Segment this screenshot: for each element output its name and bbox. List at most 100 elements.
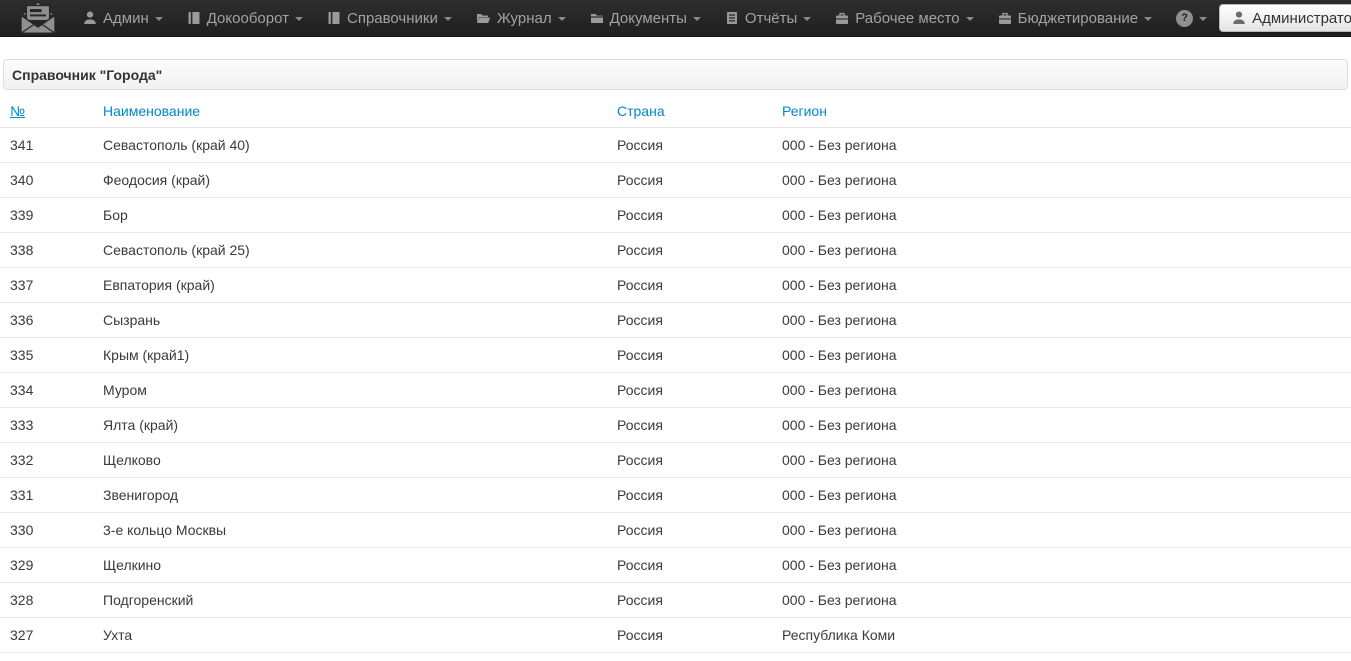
table-row[interactable]: 328 Подгоренский Россия 000 - Без регион… — [0, 582, 1351, 618]
cell-country: Россия — [607, 372, 772, 408]
table-row[interactable]: 333 Ялта (край) Россия 000 - Без региона — [0, 407, 1351, 443]
chevron-down-icon — [443, 17, 452, 21]
table-row[interactable]: 341 Севастополь (край 40) Россия 000 - Б… — [0, 127, 1351, 163]
cell-region: 000 - Без региона — [772, 127, 1351, 163]
cell-num: 340 — [0, 162, 93, 198]
column-header-region[interactable]: Регион — [772, 95, 1351, 128]
chevron-down-icon — [965, 17, 974, 21]
folder-open-icon — [476, 11, 491, 25]
table-row[interactable]: 327 Ухта Россия Республика Коми — [0, 617, 1351, 653]
cell-country: Россия — [607, 407, 772, 443]
nav-item-label: Журнал — [496, 9, 552, 27]
cell-num: 328 — [0, 582, 93, 618]
table-row[interactable]: 338 Севастополь (край 25) Россия 000 - Б… — [0, 232, 1351, 268]
nav-item-admin[interactable]: Админ — [71, 0, 175, 37]
cell-name: Феодосия (край) — [93, 162, 607, 198]
cell-country: Россия — [607, 547, 772, 583]
cell-region: 000 - Без региона — [772, 302, 1351, 338]
nav-item-reports[interactable]: Отчёты — [713, 0, 823, 37]
cell-name: Сызрань — [93, 302, 607, 338]
cell-num: 327 — [0, 617, 93, 653]
cell-name: Евпатория (край) — [93, 267, 607, 303]
cell-region: 000 - Без региона — [772, 162, 1351, 198]
table-row[interactable]: 337 Евпатория (край) Россия 000 - Без ре… — [0, 267, 1351, 303]
cell-num: 335 — [0, 337, 93, 373]
chevron-down-icon — [1199, 17, 1208, 21]
current-user-label: Администратор — [1252, 9, 1351, 27]
panel-header: Справочник "Города" — [3, 59, 1348, 90]
cell-region: 000 - Без региона — [772, 372, 1351, 408]
cell-region: 000 - Без региона — [772, 477, 1351, 513]
table-row[interactable]: 330 3-е кольцо Москвы Россия 000 - Без р… — [0, 512, 1351, 548]
cell-region: 000 - Без региона — [772, 547, 1351, 583]
help-icon: ? — [1176, 9, 1194, 27]
cell-name: Щелково — [93, 442, 607, 478]
app-logo[interactable] — [17, 1, 59, 35]
top-navbar: Админ Докооборот Справочники Журнал Доку… — [0, 0, 1351, 37]
chevron-down-icon — [294, 17, 303, 21]
cell-name: Ялта (край) — [93, 407, 607, 443]
nav-item-directories[interactable]: Справочники — [315, 0, 464, 37]
cell-region: 000 - Без региона — [772, 512, 1351, 548]
briefcase-icon — [998, 11, 1012, 25]
nav-item-documents[interactable]: Документы — [578, 0, 713, 37]
cell-region: Республика Коми — [772, 617, 1351, 653]
cell-region: 000 - Без региона — [772, 267, 1351, 303]
cell-country: Россия — [607, 267, 772, 303]
book-icon — [187, 11, 201, 25]
table-row[interactable]: 336 Сызрань Россия 000 - Без региона — [0, 302, 1351, 338]
table-row[interactable]: 335 Крым (край1) Россия 000 - Без регион… — [0, 337, 1351, 373]
cell-country: Россия — [607, 127, 772, 163]
user-icon — [83, 11, 97, 25]
cell-country: Россия — [607, 197, 772, 233]
nav-item-label: Справочники — [346, 9, 438, 27]
nav-item-label: Админ — [103, 9, 149, 27]
cell-country: Россия — [607, 477, 772, 513]
cell-name: Муром — [93, 372, 607, 408]
cell-region: 000 - Без региона — [772, 442, 1351, 478]
cell-country: Россия — [607, 302, 772, 338]
chevron-down-icon — [557, 17, 566, 21]
nav-item-workplace[interactable]: Рабочее место — [823, 0, 985, 37]
table-row[interactable]: 329 Щелкино Россия 000 - Без региона — [0, 547, 1351, 583]
cities-table: № Наименование Страна Регион 341 Севасто… — [0, 95, 1351, 653]
column-header-num[interactable]: № — [0, 95, 93, 128]
envelope-logo-icon — [17, 1, 59, 35]
cell-country: Россия — [607, 162, 772, 198]
cell-num: 339 — [0, 197, 93, 233]
cell-num: 331 — [0, 477, 93, 513]
nav-item-label: Рабочее место — [855, 9, 960, 27]
cell-name: Щелкино — [93, 547, 607, 583]
table-row[interactable]: 332 Щелково Россия 000 - Без региона — [0, 442, 1351, 478]
nav-item-label: Бюджетирование — [1017, 9, 1139, 27]
cell-country: Россия — [607, 442, 772, 478]
current-user-button[interactable]: Администратор — [1219, 4, 1351, 32]
cell-num: 341 — [0, 127, 93, 163]
chevron-down-icon — [154, 17, 163, 21]
column-header-country[interactable]: Страна — [607, 95, 772, 128]
cell-num: 338 — [0, 232, 93, 268]
cell-region: 000 - Без региона — [772, 197, 1351, 233]
table-row[interactable]: 331 Звенигород Россия 000 - Без региона — [0, 477, 1351, 513]
column-header-name[interactable]: Наименование — [93, 95, 607, 128]
nav-item-journal[interactable]: Журнал — [464, 0, 578, 37]
book-icon — [327, 11, 341, 25]
table-row[interactable]: 339 Бор Россия 000 - Без региона — [0, 197, 1351, 233]
nav-item-help[interactable]: ? — [1164, 0, 1219, 37]
cell-name: Подгоренский — [93, 582, 607, 618]
cell-region: 000 - Без региона — [772, 407, 1351, 443]
cell-name: Звенигород — [93, 477, 607, 513]
table-header-row: № Наименование Страна Регион — [0, 95, 1351, 128]
folder-icon — [590, 11, 604, 25]
nav-item-label: Докооборот — [206, 9, 289, 27]
nav-item-docflow[interactable]: Докооборот — [175, 0, 315, 37]
chevron-down-icon — [1144, 17, 1153, 21]
cell-region: 000 - Без региона — [772, 232, 1351, 268]
navbar-right: Администратор — [1219, 4, 1351, 32]
cell-name: Бор — [93, 197, 607, 233]
nav-item-budgeting[interactable]: Бюджетирование — [986, 0, 1164, 37]
cell-country: Россия — [607, 512, 772, 548]
table-row[interactable]: 334 Муром Россия 000 - Без региона — [0, 372, 1351, 408]
cell-num: 329 — [0, 547, 93, 583]
table-row[interactable]: 340 Феодосия (край) Россия 000 - Без рег… — [0, 162, 1351, 198]
